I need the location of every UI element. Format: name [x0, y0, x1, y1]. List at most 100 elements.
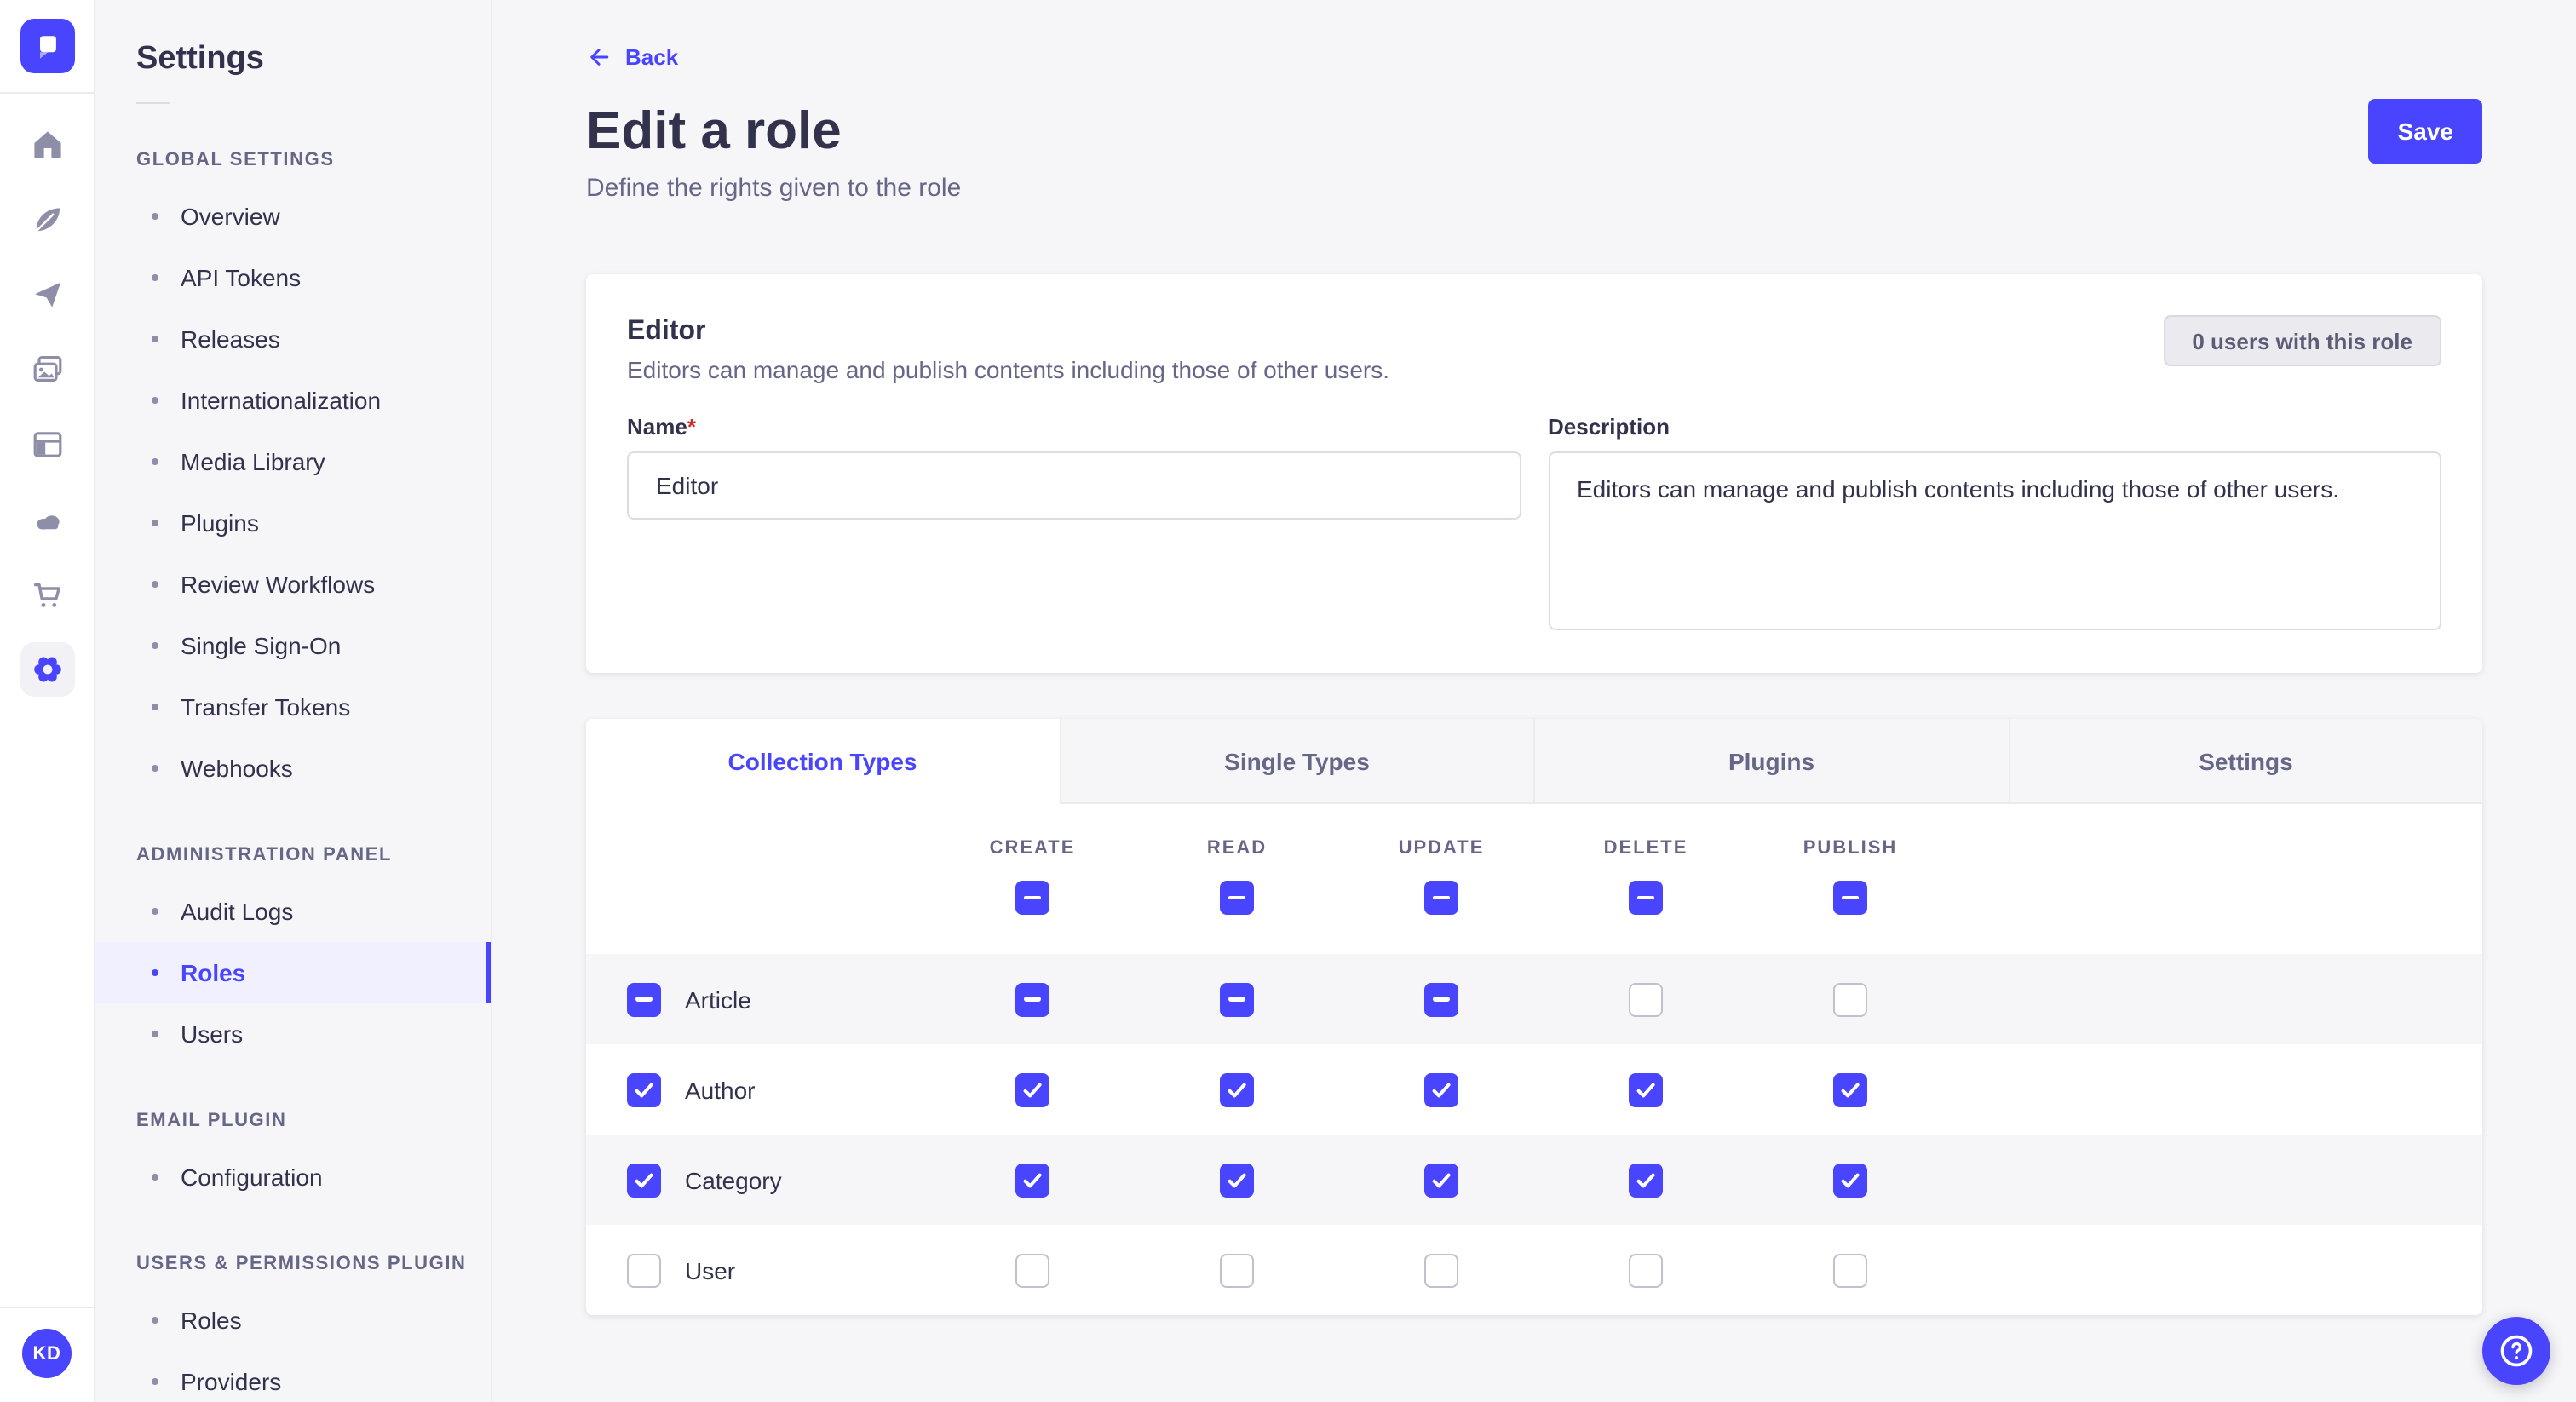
sidebar-item-label: Roles	[181, 959, 245, 986]
checkbox-select-all-delete[interactable]	[1629, 881, 1663, 915]
bullet-icon	[152, 458, 158, 465]
required-asterisk: *	[687, 414, 696, 440]
rail-nav	[0, 94, 94, 707]
name-input[interactable]	[627, 451, 1521, 520]
sidebar-item-global-settings-plugins[interactable]: Plugins	[95, 492, 491, 554]
tab-bar: Collection TypesSingle TypesPluginsSetti…	[586, 719, 2482, 804]
back-link[interactable]: Back	[586, 44, 678, 70]
sidebar-section-email-plugin: EMAIL PLUGIN Configuration	[95, 1109, 491, 1208]
checkbox-author-create[interactable]	[1015, 1072, 1049, 1106]
tab-single-types[interactable]: Single Types	[1059, 719, 1533, 804]
permission-cell	[1339, 1072, 1544, 1106]
feather-icon[interactable]	[30, 203, 64, 237]
tab-plugins[interactable]: Plugins	[1533, 719, 2008, 804]
sidebar-item-label: Single Sign-On	[181, 632, 341, 659]
checkbox-author-publish[interactable]	[1833, 1072, 1867, 1106]
checkbox-article-publish[interactable]	[1833, 982, 1867, 1016]
permission-cell	[1339, 1253, 1544, 1287]
checkbox-row-user[interactable]	[627, 1253, 661, 1287]
sidebar-item-label: Audit Logs	[181, 898, 293, 925]
media-icon[interactable]	[30, 353, 64, 387]
sidebar-item-label: Media Library	[181, 448, 325, 475]
checkbox-article-read[interactable]	[1220, 982, 1254, 1016]
title-row: Edit a role Save	[586, 99, 2482, 164]
settings-sidebar: Settings GLOBAL SETTINGSOverviewAPI Toke…	[95, 0, 492, 1402]
checkbox-article-delete[interactable]	[1629, 982, 1663, 1016]
sidebar-item-global-settings-media-library[interactable]: Media Library	[95, 431, 491, 492]
checkbox-author-read[interactable]	[1220, 1072, 1254, 1106]
sidebar-item-global-settings-single-sign-on[interactable]: Single Sign-On	[95, 615, 491, 676]
checkbox-row-category[interactable]	[627, 1163, 661, 1197]
checkbox-row-author[interactable]	[627, 1072, 661, 1106]
sidebar-item-users-permissions-plugin-roles[interactable]: Roles	[95, 1290, 491, 1351]
bullet-icon	[152, 397, 158, 404]
gear-icon[interactable]	[20, 642, 74, 697]
layout-icon[interactable]	[30, 428, 64, 462]
checkbox-category-delete[interactable]	[1629, 1163, 1663, 1197]
sidebar-item-global-settings-transfer-tokens[interactable]: Transfer Tokens	[95, 676, 491, 738]
main-content: Back Edit a role Save Define the rights …	[492, 0, 2576, 1402]
checkbox-user-publish[interactable]	[1833, 1253, 1867, 1287]
help-button[interactable]	[2482, 1317, 2550, 1385]
checkbox-article-update[interactable]	[1424, 982, 1458, 1016]
header-col-read: READ	[1135, 838, 1339, 954]
strapi-logo-icon[interactable]	[20, 19, 74, 73]
checkbox-category-publish[interactable]	[1833, 1163, 1867, 1197]
tab-collection-types[interactable]: Collection Types	[586, 719, 1059, 804]
sidebar-item-global-settings-releases[interactable]: Releases	[95, 308, 491, 370]
checkbox-user-read[interactable]	[1220, 1253, 1254, 1287]
sidebar-item-label: Overview	[181, 203, 280, 230]
checkbox-author-update[interactable]	[1424, 1072, 1458, 1106]
sidebar-item-global-settings-webhooks[interactable]: Webhooks	[95, 738, 491, 799]
save-button[interactable]: Save	[2369, 99, 2482, 164]
name-field-label: Name*	[627, 414, 1521, 441]
tab-settings[interactable]: Settings	[2008, 719, 2482, 804]
checkbox-select-all-create[interactable]	[1015, 881, 1049, 915]
rail-slot-feather	[0, 182, 94, 257]
checkbox-author-delete[interactable]	[1629, 1072, 1663, 1106]
home-icon[interactable]	[30, 128, 64, 162]
bullet-icon	[152, 1378, 158, 1385]
checkbox-category-read[interactable]	[1220, 1163, 1254, 1197]
sidebar-item-global-settings-internationalization[interactable]: Internationalization	[95, 370, 491, 431]
paper-plane-icon[interactable]	[30, 278, 64, 312]
sidebar-item-global-settings-api-tokens[interactable]: API Tokens	[95, 247, 491, 308]
checkbox-user-update[interactable]	[1424, 1253, 1458, 1287]
sidebar-section-label: EMAIL PLUGIN	[136, 1109, 491, 1133]
checkbox-article-create[interactable]	[1015, 982, 1049, 1016]
checkbox-category-update[interactable]	[1424, 1163, 1458, 1197]
page-title: Edit a role	[586, 99, 842, 164]
cloud-icon[interactable]	[30, 503, 64, 537]
sidebar-item-administration-panel-audit-logs[interactable]: Audit Logs	[95, 881, 491, 942]
row-label: Article	[685, 985, 751, 1013]
sidebar-item-administration-panel-roles[interactable]: Roles	[95, 942, 491, 1003]
sidebar-item-global-settings-overview[interactable]: Overview	[95, 186, 491, 247]
sidebar-section-users-permissions-plugin: USERS & PERMISSIONS PLUGINRolesProviders	[95, 1252, 491, 1402]
cart-icon[interactable]	[30, 577, 64, 612]
bullet-icon	[152, 1031, 158, 1037]
checkbox-select-all-update[interactable]	[1424, 881, 1458, 915]
checkbox-category-create[interactable]	[1015, 1163, 1049, 1197]
permissions-rows: ArticleAuthorCategoryUser	[586, 954, 2482, 1315]
sidebar-items: Audit Logs Roles Users	[95, 881, 491, 1065]
avatar[interactable]: KD	[22, 1329, 72, 1378]
checkbox-user-delete[interactable]	[1629, 1253, 1663, 1287]
role-fields: Name* Description Editors can manage and…	[627, 414, 2441, 639]
sidebar-item-users-permissions-plugin-providers[interactable]: Providers	[95, 1351, 491, 1402]
description-textarea[interactable]: Editors can manage and publish contents …	[1548, 451, 2441, 630]
sidebar-item-global-settings-review-workflows[interactable]: Review Workflows	[95, 554, 491, 615]
users-with-role-badge[interactable]: 0 users with this role	[2163, 315, 2441, 366]
permission-cell	[1544, 1163, 1748, 1197]
column-label-read: READ	[1207, 838, 1267, 860]
sidebar-title: Settings	[136, 41, 491, 78]
permission-cell	[930, 1253, 1135, 1287]
checkbox-user-create[interactable]	[1015, 1253, 1049, 1287]
sidebar-item-administration-panel-users[interactable]: Users	[95, 1003, 491, 1065]
checkbox-select-all-publish[interactable]	[1833, 881, 1867, 915]
role-title: Editor	[627, 315, 1389, 349]
checkbox-select-all-read[interactable]	[1220, 881, 1254, 915]
sidebar-item-email-plugin-configuration[interactable]: Configuration	[95, 1146, 491, 1208]
checkbox-row-article[interactable]	[627, 982, 661, 1016]
permission-cell	[930, 1163, 1135, 1197]
header-col-delete: DELETE	[1544, 838, 1748, 954]
